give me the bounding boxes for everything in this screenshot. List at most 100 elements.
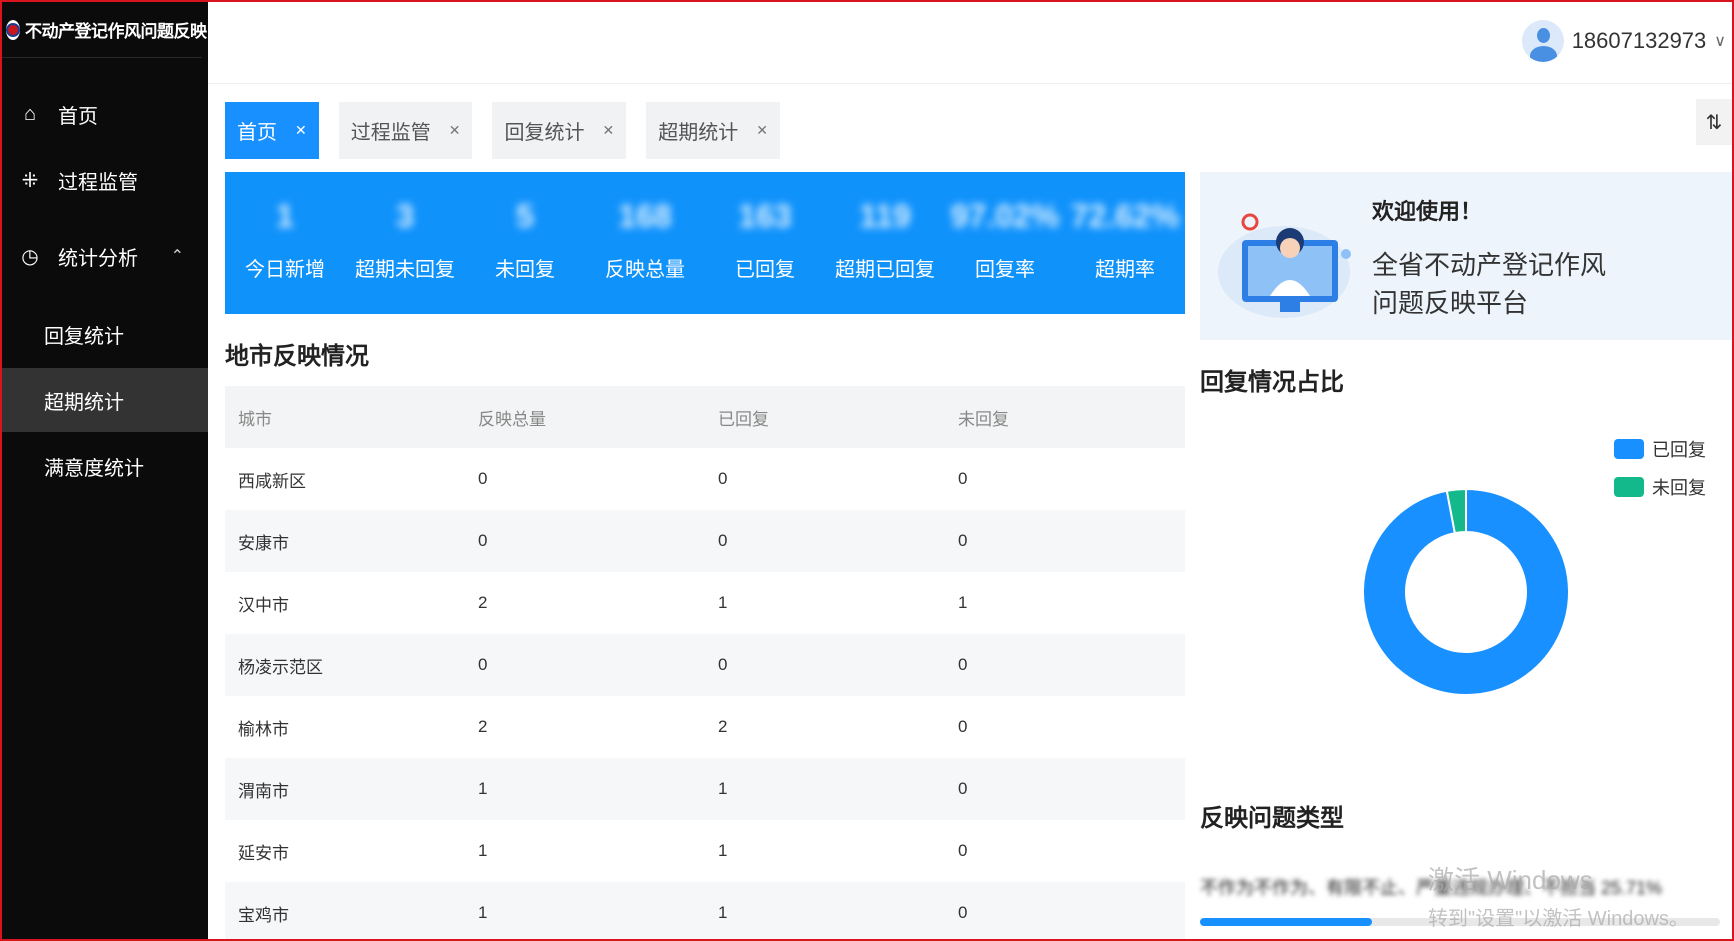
close-icon[interactable]: ✕ (756, 122, 768, 139)
sidebar-item-label: 统计分析 (58, 247, 138, 270)
legend-replied[interactable]: 已回复 (1614, 436, 1706, 462)
legend-unreplied[interactable]: 未回复 (1614, 474, 1706, 500)
stat-value: 72.62% (1070, 198, 1180, 234)
column-header[interactable]: 已回复 (705, 405, 945, 430)
table-cell: 0 (958, 469, 968, 488)
close-icon[interactable]: ✕ (449, 122, 461, 139)
tab-overdue-stats[interactable]: 超期统计 ✕ (646, 102, 780, 159)
table-cell: 1 (718, 593, 728, 612)
tab-label: 超期统计 (658, 122, 739, 144)
clock-icon: ◷ (21, 245, 39, 268)
table-cell: 延安市 (238, 843, 289, 863)
table-cell: 0 (478, 531, 488, 550)
stat-label: 未回复 (495, 259, 555, 281)
chevron-up-icon: ⌃ (170, 248, 184, 265)
stat-unreplied: 5 未回复 (465, 172, 585, 314)
table-cell: 1 (718, 779, 728, 798)
home-icon: ⌂ (23, 102, 37, 125)
column-header[interactable]: 未回复 (945, 405, 1185, 430)
stat-reply-rate: 97.02% 回复率 (945, 172, 1065, 314)
stats-banner: 1 今日新增 3 超期未回复 5 未回复 168 反映总量 163 已回复 119 超期已回… (225, 172, 1185, 314)
welcome-greeting: 欢迎使用！ (1372, 199, 1483, 224)
table-header-row: 城市 反映总量 已回复 未回复 (225, 386, 1185, 448)
stat-value: 168 (618, 198, 672, 234)
city-section-title: 地市反映情况 (225, 343, 369, 370)
table-row[interactable]: 杨凌示范区 0 0 0 (225, 634, 1185, 696)
activation-watermark-title: 激活 Windows (1428, 865, 1593, 895)
sidebar-item-overdue-stats[interactable]: 超期统计 (2, 368, 208, 432)
stat-value: 163 (738, 198, 792, 234)
brand: 不动产登记作风问题反映 (2, 2, 207, 58)
sidebar-item-statistics[interactable]: ◷ 统计分析 ⌃ (2, 224, 208, 288)
stat-overdue-replied: 119 超期已回复 (825, 172, 945, 314)
sidebar-item-process[interactable]: ⁜ 过程监管 (2, 148, 208, 212)
legend-label: 未回复 (1652, 478, 1706, 498)
reply-donut-chart (1362, 487, 1570, 696)
table-cell: 渭南市 (238, 781, 289, 801)
issue-types-title: 反映问题类型 (1200, 805, 1344, 832)
tab-label: 首页 (237, 122, 277, 144)
table-cell: 1 (478, 903, 488, 922)
table-row[interactable]: 汉中市 2 1 1 (225, 572, 1185, 634)
sidebar-item-home[interactable]: ⌂ 首页 (2, 82, 208, 146)
table-row[interactable]: 宝鸡市 1 1 0 (225, 882, 1185, 939)
table-cell: 0 (478, 655, 488, 674)
tab-label: 回复统计 (504, 122, 585, 144)
stat-label: 今日新增 (245, 259, 325, 281)
city-table: 城市 反映总量 已回复 未回复 西咸新区 0 0 0 安康市 0 0 0 汉中市 2 1 1 杨凌示范区… (225, 386, 1185, 939)
table-row[interactable]: 安康市 0 0 0 (225, 510, 1185, 572)
stat-label: 反映总量 (605, 259, 685, 281)
table-cell: 宝鸡市 (238, 905, 289, 925)
stat-today-new: 1 今日新增 (225, 172, 345, 314)
close-icon[interactable]: ✕ (295, 122, 307, 139)
stat-overdue-unreplied: 3 超期未回复 (345, 172, 465, 314)
table-row[interactable]: 榆林市 2 2 0 (225, 696, 1185, 758)
table-cell: 榆林市 (238, 719, 289, 739)
tab-process[interactable]: 过程监管 ✕ (338, 102, 473, 159)
close-icon[interactable]: ✕ (602, 122, 614, 139)
table-cell: 0 (718, 531, 728, 550)
table-cell: 汉中市 (238, 595, 289, 615)
progress-fill (1200, 918, 1372, 926)
column-header[interactable]: 城市 (225, 405, 465, 430)
table-cell: 1 (958, 593, 968, 612)
top-header: 18607132973 ∨ (208, 2, 1732, 84)
table-cell: 杨凌示范区 (238, 657, 323, 677)
sidebar-item-label: 满意度统计 (44, 457, 144, 480)
table-cell: 西咸新区 (238, 471, 306, 491)
stat-label: 超期率 (1095, 259, 1155, 281)
sort-toggle-icon[interactable]: ⇅ (1696, 99, 1732, 145)
table-row[interactable]: 西咸新区 0 0 0 (225, 448, 1185, 510)
table-row[interactable]: 延安市 1 1 0 (225, 820, 1185, 882)
table-cell: 0 (478, 469, 488, 488)
stat-value: 97.02% (950, 198, 1060, 234)
stat-label: 回复率 (975, 259, 1035, 281)
sidebar-item-reply-stats[interactable]: 回复统计 (2, 302, 208, 366)
welcome-card: 欢迎使用！ 全省不动产登记作风问题反映平台 (1200, 172, 1732, 340)
table-cell: 0 (958, 841, 968, 860)
legend-swatch (1614, 439, 1644, 459)
tab-bar: 首页 ✕ 过程监管 ✕ 回复统计 ✕ 超期统计 ✕ (225, 102, 800, 159)
sidebar-item-satisfaction-stats[interactable]: 满意度统计 (2, 434, 208, 498)
user-menu[interactable]: 18607132973 ∨ (1521, 20, 1726, 62)
tab-label: 过程监管 (350, 122, 431, 144)
stat-total: 168 反映总量 (585, 172, 705, 314)
table-cell: 2 (478, 593, 488, 612)
platform-name: 全省不动产登记作风问题反映平台 (1372, 250, 1607, 318)
support-agent-illustration (1218, 213, 1351, 318)
stat-value: 3 (396, 198, 414, 234)
stat-replied: 163 已回复 (705, 172, 825, 314)
table-cell: 1 (718, 903, 728, 922)
tab-reply-stats[interactable]: 回复统计 ✕ (492, 102, 627, 159)
app-window: 不动产登记作风问题反映 ⌂ 首页 ⁜ 过程监管 ◷ 统计分析 ⌃ 回复统计 超期… (0, 0, 1734, 941)
sidebar: 不动产登记作风问题反映 ⌂ 首页 ⁜ 过程监管 ◷ 统计分析 ⌃ 回复统计 超期… (2, 2, 208, 939)
table-cell: 0 (958, 903, 968, 922)
stat-value: 119 (859, 198, 911, 234)
table-cell: 0 (958, 655, 968, 674)
table-row[interactable]: 渭南市 1 1 0 (225, 758, 1185, 820)
process-icon: ⁜ (21, 169, 39, 192)
sidebar-item-label: 过程监管 (58, 171, 138, 194)
stat-label: 超期已回复 (835, 259, 935, 281)
tab-home[interactable]: 首页 ✕ (225, 102, 319, 159)
column-header[interactable]: 反映总量 (465, 405, 705, 430)
